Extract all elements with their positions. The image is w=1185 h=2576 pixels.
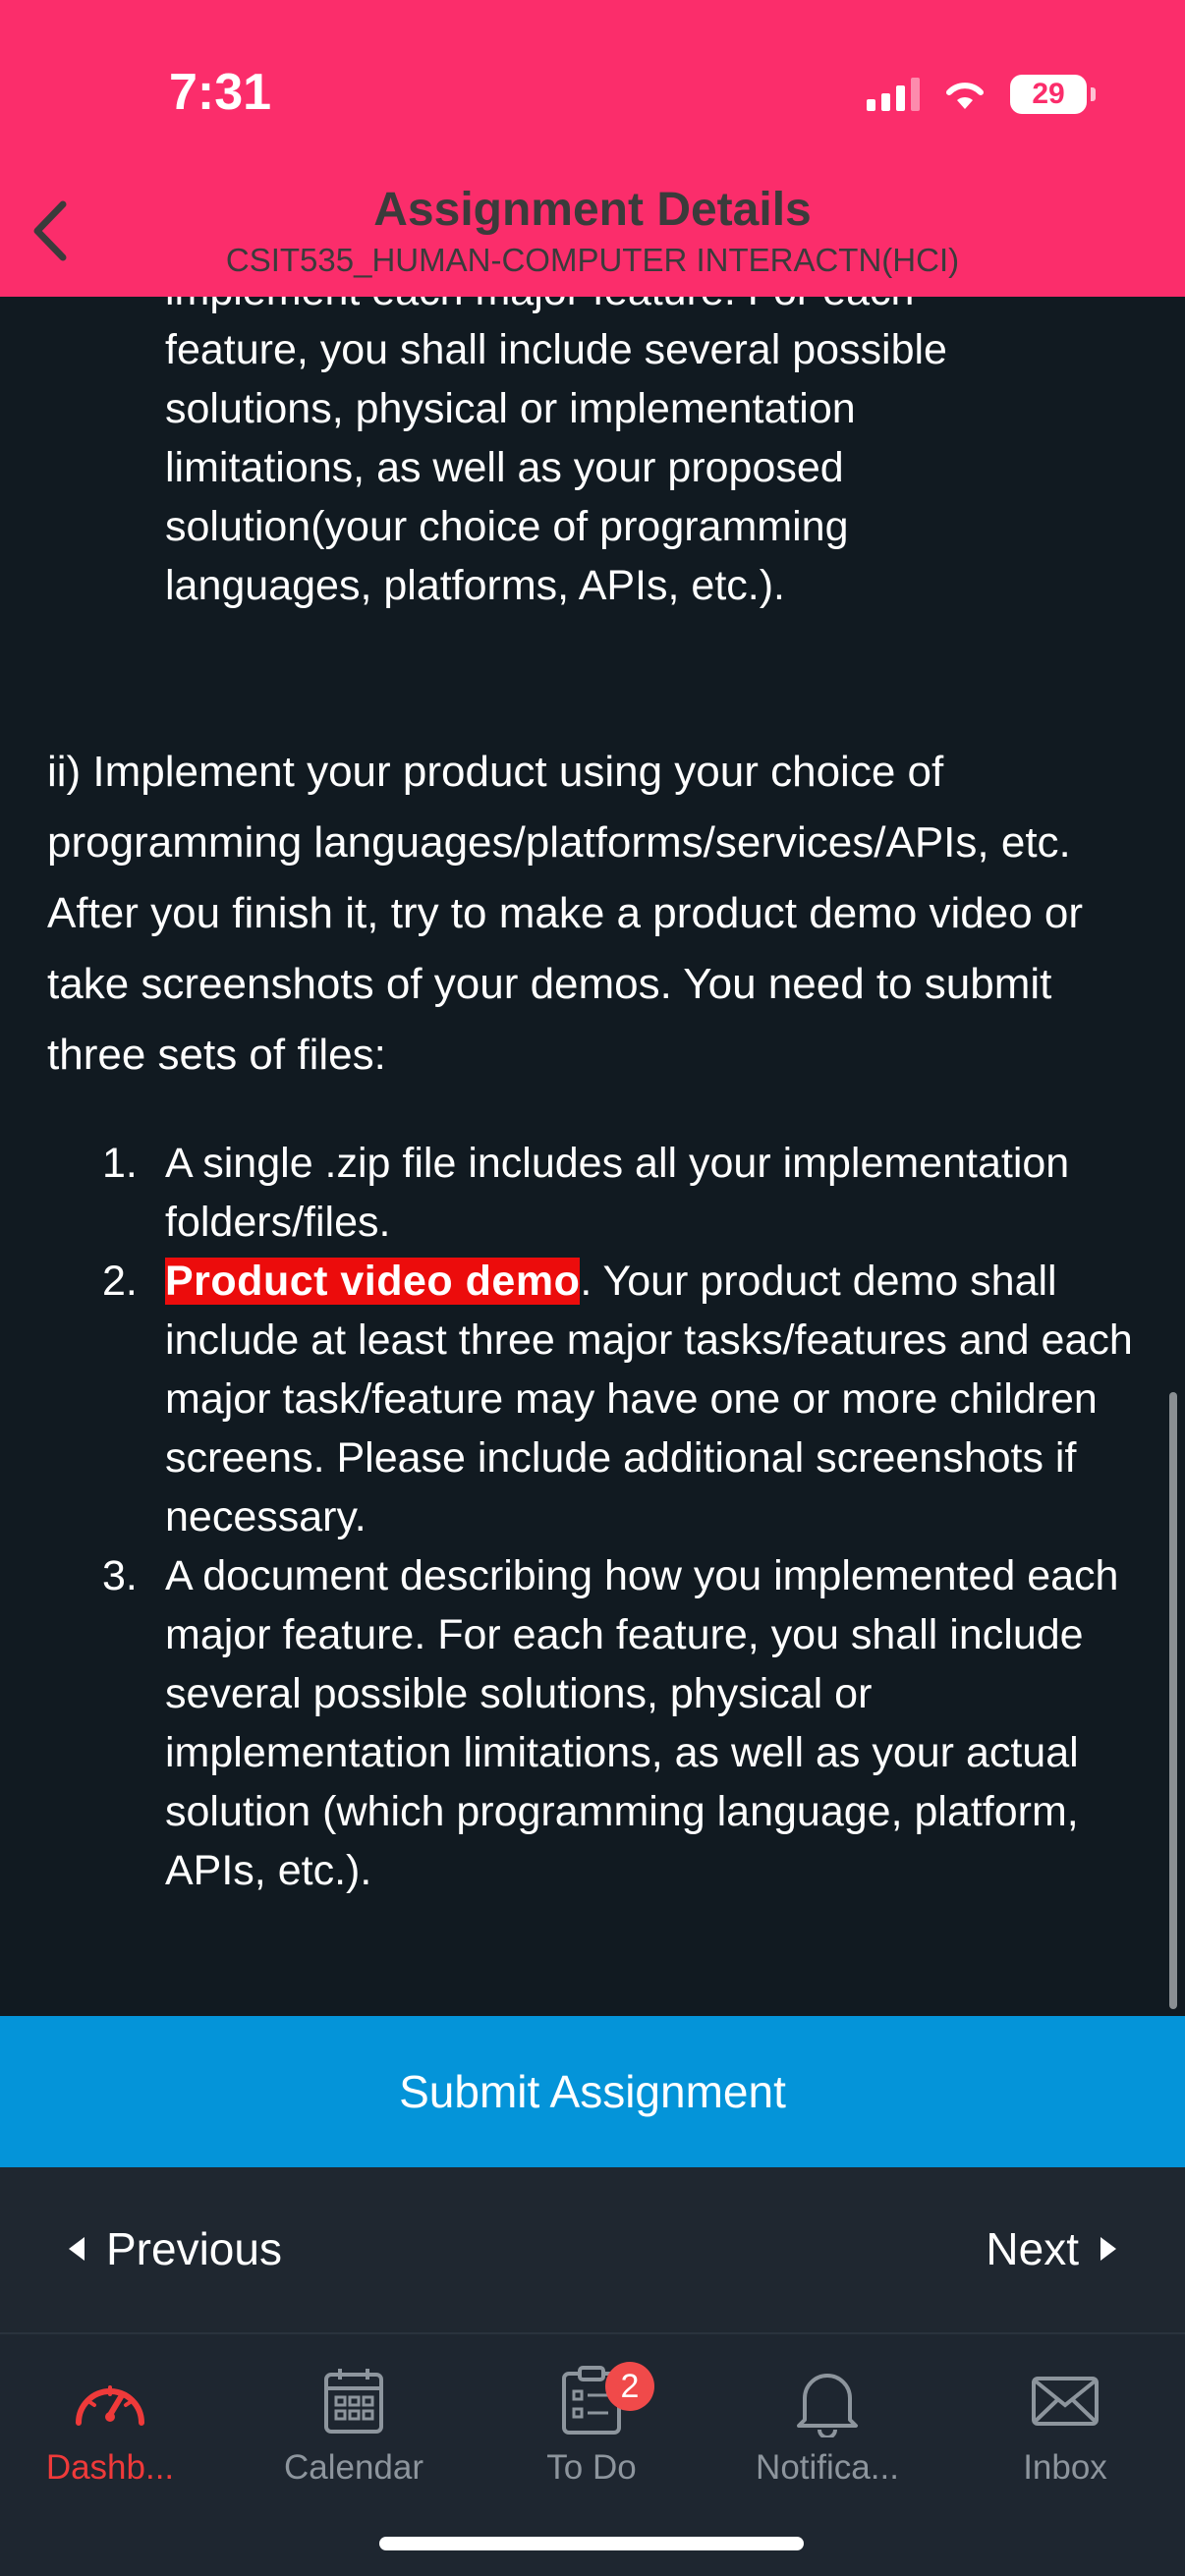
next-button[interactable]: Next [986,2222,1116,2275]
todo-badge: 2 [605,2362,654,2411]
battery-level: 29 [1032,78,1065,110]
caret-left-icon [69,2237,85,2261]
status-time: 7:31 [169,64,272,121]
top-list-continuation: implement each major feature. For each f… [0,297,1185,615]
tab-label: Calendar [283,2448,424,2487]
course-subtitle: CSIT535_HUMAN-COMPUTER INTERACTN(HCI) [225,242,960,278]
tab-label: Inbox [1023,2448,1107,2487]
tab-label: To Do [546,2448,637,2487]
list-line: implement each major feature. For each [0,297,1185,320]
instructions-paragraph: ii) Implement your product using your ch… [47,748,1084,1079]
list-item: 1. A single .zip file includes all your … [0,1134,1185,1252]
mail-icon [957,2354,1173,2448]
home-indicator[interactable] [379,2537,804,2550]
caret-right-icon [1100,2237,1116,2261]
tab-label: Notifica... [756,2448,899,2487]
list-number: 2. [102,1258,138,1305]
status-icons: 29 [867,75,1096,114]
list-line: feature, you shall include several possi… [165,326,947,373]
submit-assignment-button[interactable]: Submit Assignment [0,2016,1185,2167]
tab-dashboard[interactable]: Dashb... [2,2354,218,2488]
next-label: Next [986,2223,1079,2274]
list-number: 3. [102,1552,138,1599]
tab-label: Dashb... [45,2448,175,2487]
app-header: 7:31 29 Assignment Details CSIT535_HUMAN… [0,0,1185,297]
scrollbar[interactable] [1169,1392,1177,2009]
page-title: Assignment Details [373,184,812,236]
previous-label: Previous [106,2223,282,2274]
previous-button[interactable]: Previous [69,2222,282,2275]
list-number: 1. [102,1140,138,1187]
assignment-description[interactable]: implement each major feature. For each f… [0,297,1185,2016]
wifi-icon [943,78,987,111]
list-line: languages, platforms, APIs, etc.). [165,562,785,609]
battery-icon: 29 [1010,75,1096,114]
tab-calendar[interactable]: Calendar [246,2354,462,2488]
list-line: limitations, as well as your proposed [165,444,844,491]
todo-icon: 2 [483,2354,700,2448]
list-text: A single .zip file includes all your imp… [165,1140,1070,1246]
tab-notifications[interactable]: Notifica... [719,2354,935,2488]
list-line: solution(your choice of programming [165,503,849,550]
list-item: 3. A document describing how you impleme… [0,1546,1185,1900]
bell-icon [719,2354,935,2448]
deliverables-list: 1. A single .zip file includes all your … [0,1134,1185,1900]
highlighted-text: Product video demo [165,1258,581,1305]
dashboard-icon [2,2354,218,2448]
tab-inbox[interactable]: Inbox [957,2354,1173,2488]
calendar-icon [246,2354,462,2448]
list-text: A document describing how you implemente… [165,1552,1119,1894]
signal-icon [867,78,920,111]
list-item: 2. Product video demo. Your product demo… [0,1252,1185,1546]
pager: Previous Next [0,2167,1185,2332]
tab-todo[interactable]: 2 To Do [483,2354,700,2488]
list-line: solutions, physical or implementation [165,385,856,432]
